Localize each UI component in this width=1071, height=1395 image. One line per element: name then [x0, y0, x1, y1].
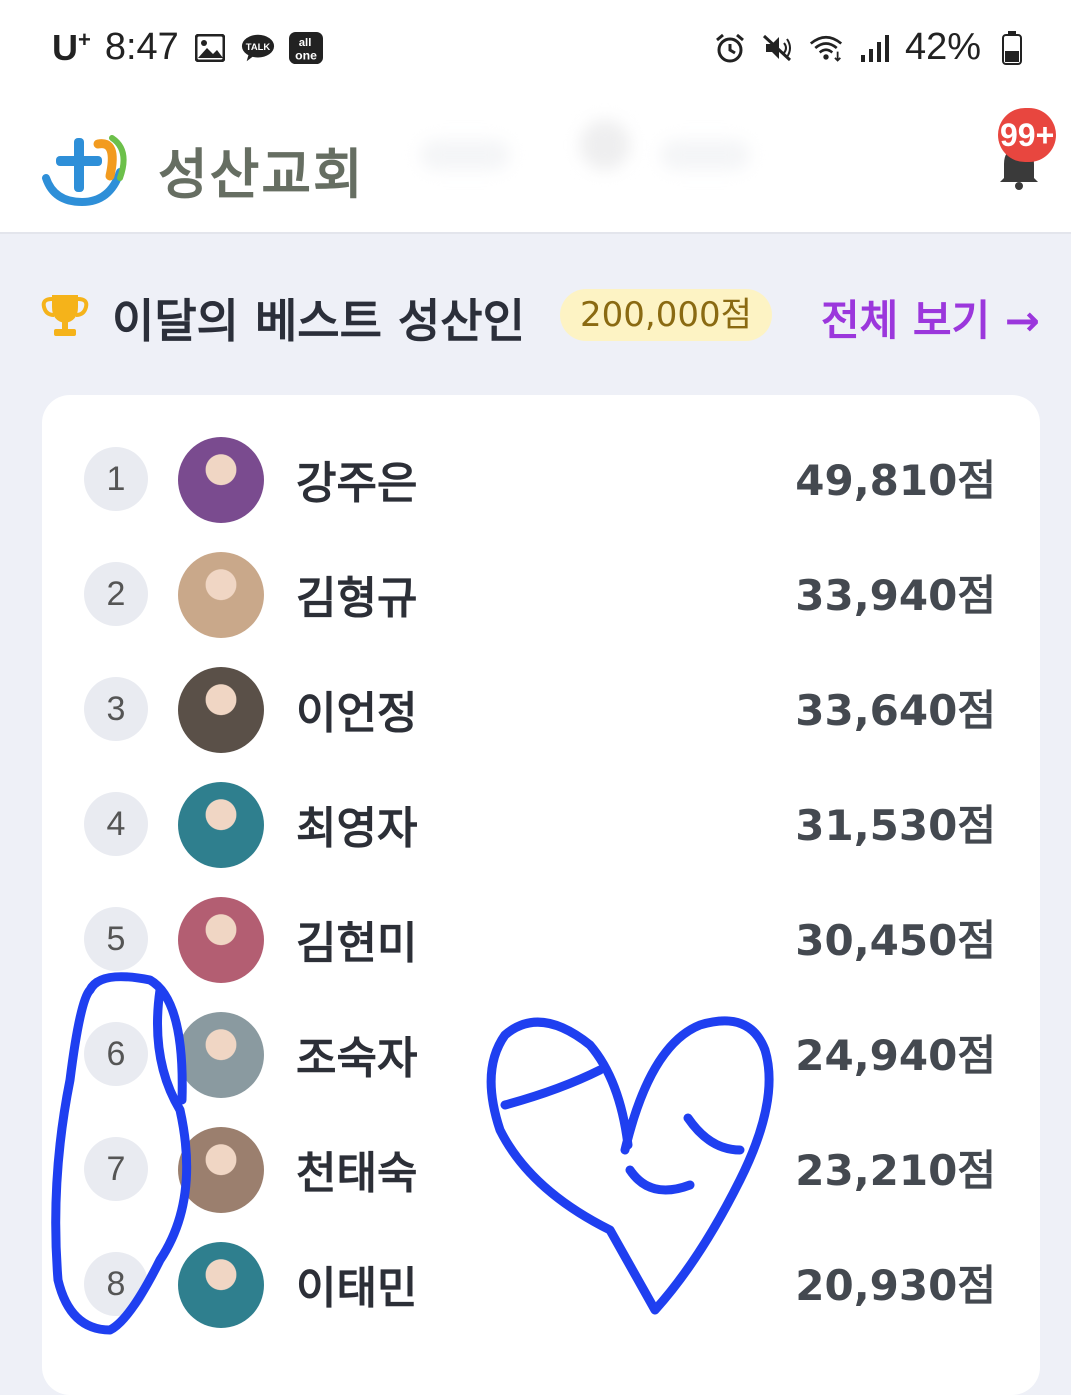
- rank-badge: 4: [84, 792, 148, 856]
- section-title: 이달의 베스트 성산인: [112, 294, 525, 348]
- status-bar: U+ 8:47 TALK all one 42%: [0, 0, 1071, 100]
- member-name: 이언정: [296, 688, 418, 739]
- ranking-card: 1 강주은 49,810점 2 김형규 33,940점 3 이언정 33,640점 4 최영자 31,…: [42, 395, 1040, 1395]
- member-score: 23,210점: [795, 1146, 996, 1195]
- member-name: 조숙자: [296, 1033, 418, 1084]
- member-score: 30,450점: [795, 916, 996, 965]
- member-score: 24,940점: [795, 1031, 996, 1080]
- ranking-row[interactable]: 3 이언정 33,640점: [42, 655, 1040, 765]
- ranking-row[interactable]: 1 강주은 49,810점: [42, 425, 1040, 535]
- ranking-row[interactable]: 4 최영자 31,530점: [42, 770, 1040, 880]
- kakaotalk-icon: TALK: [241, 31, 275, 65]
- wifi-icon: [809, 31, 843, 65]
- status-left: U+ 8:47 TALK all one: [52, 26, 323, 69]
- church-logo-icon[interactable]: [40, 130, 130, 207]
- member-name: 김형규: [296, 573, 418, 624]
- points-goal-badge: 200,000점: [560, 289, 772, 341]
- rank-badge: 1: [84, 447, 148, 511]
- ranking-row[interactable]: 7 천태숙 23,210점: [42, 1115, 1040, 1225]
- battery-percent: 42%: [904, 26, 981, 68]
- clock: 8:47: [104, 26, 179, 68]
- rank-badge: 2: [84, 562, 148, 626]
- ranking-row[interactable]: 6 조숙자 24,940점: [42, 1000, 1040, 1110]
- gallery-icon: [193, 31, 227, 65]
- blurred-nav-item: [420, 140, 510, 170]
- avatar[interactable]: [178, 437, 264, 523]
- avatar[interactable]: [178, 1242, 264, 1328]
- status-right: 42%: [713, 26, 1029, 69]
- ranking-row[interactable]: 8 이태민 20,930점: [42, 1230, 1040, 1340]
- signal-icon: [857, 31, 891, 65]
- best-member-header: 이달의 베스트 성산인 200,000점 전체 보기 →: [40, 285, 1040, 348]
- member-name: 최영자: [296, 803, 418, 854]
- member-name: 강주은: [296, 458, 418, 509]
- blurred-avatar: [580, 120, 630, 170]
- avatar[interactable]: [178, 1127, 264, 1213]
- member-name: 김현미: [296, 918, 418, 969]
- svg-text:all: all: [299, 37, 312, 49]
- member-score: 31,530점: [795, 801, 996, 850]
- battery-icon: [995, 30, 1029, 65]
- avatar[interactable]: [178, 782, 264, 868]
- avatar[interactable]: [178, 667, 264, 753]
- member-score: 49,810점: [795, 456, 996, 505]
- alarm-icon: [713, 31, 747, 65]
- app-header: 성산교회 99+: [0, 100, 1071, 234]
- rank-badge: 3: [84, 677, 148, 741]
- carrier-label: U+: [52, 26, 91, 68]
- member-name: 천태숙: [296, 1148, 418, 1199]
- svg-text:one: one: [295, 48, 317, 62]
- mute-icon: [761, 31, 795, 65]
- ranking-row[interactable]: 5 김현미 30,450점: [42, 885, 1040, 995]
- member-name: 이태민: [296, 1263, 418, 1314]
- rank-badge: 7: [84, 1137, 148, 1201]
- allinone-icon: all one: [288, 31, 323, 65]
- member-score: 33,640점: [795, 686, 996, 735]
- svg-text:TALK: TALK: [246, 41, 271, 52]
- ranking-row[interactable]: 2 김형규 33,940점: [42, 540, 1040, 650]
- member-score: 20,930점: [795, 1261, 996, 1310]
- rank-badge: 8: [84, 1252, 148, 1316]
- trophy-icon: [40, 293, 90, 339]
- avatar[interactable]: [178, 1012, 264, 1098]
- rank-badge: 6: [84, 1022, 148, 1086]
- rank-badge: 5: [84, 907, 148, 971]
- member-score: 33,940점: [795, 571, 996, 620]
- view-all-link[interactable]: 전체 보기 →: [821, 287, 1040, 348]
- notification-count-badge[interactable]: 99+: [998, 108, 1057, 162]
- blurred-nav-item: [660, 140, 750, 170]
- app-title: 성산교회: [158, 143, 365, 206]
- avatar[interactable]: [178, 552, 264, 638]
- avatar[interactable]: [178, 897, 264, 983]
